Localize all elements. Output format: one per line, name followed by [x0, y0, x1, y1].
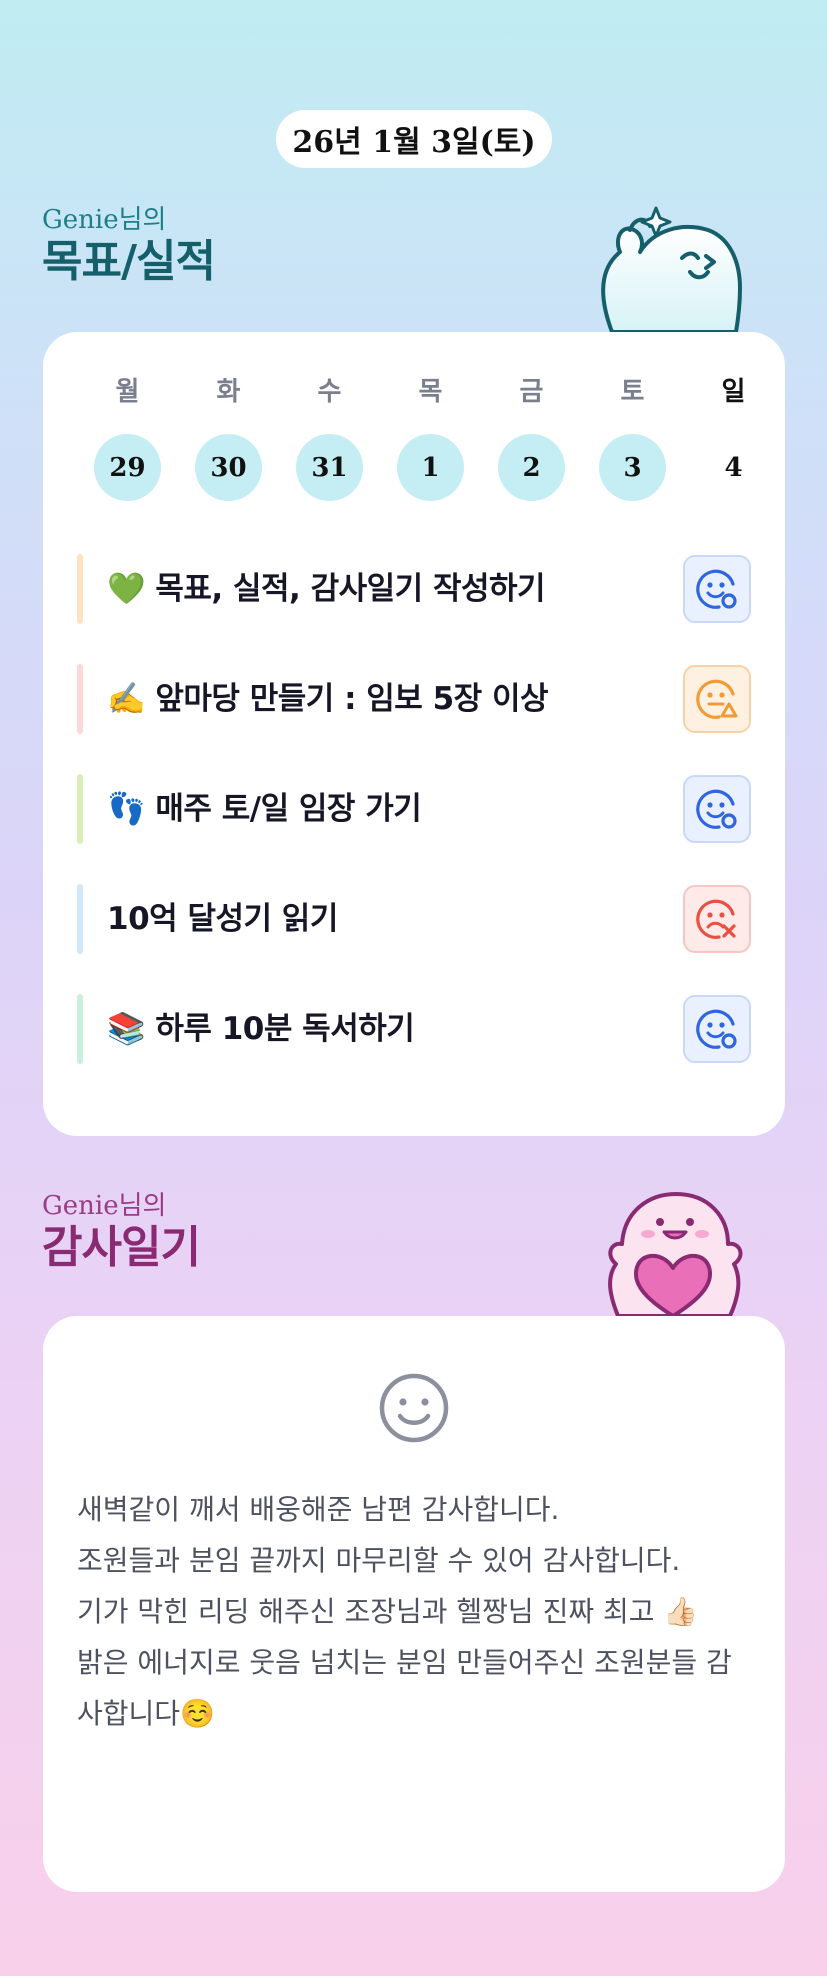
smile-achieved-icon	[696, 1009, 737, 1049]
goals-section-header: Genie님의 목표/실적	[42, 204, 216, 288]
thanks-section-subtitle: Genie님의	[42, 1191, 167, 1221]
goal-status-failed-button[interactable]	[683, 885, 751, 953]
weekday-label: 월	[115, 377, 140, 407]
goal-color-bar	[77, 884, 83, 954]
goal-status-partial-button[interactable]	[683, 665, 751, 733]
weekday-label: 수	[317, 377, 342, 407]
goal-item[interactable]: 10억 달성기 읽기	[77, 884, 751, 954]
calendar-day[interactable]: 29	[77, 434, 178, 501]
calendar-day-number: 31	[296, 434, 363, 501]
smile-achieved-icon	[696, 569, 737, 609]
thanks-line: 새벽같이 깨서 배웅해준 남편 감사합니다.	[77, 1493, 560, 1526]
thanks-line: 기가 막힌 리딩 해주신 조장님과 헬짱님 진짜 최고 👍🏻	[77, 1595, 699, 1628]
goal-color-bar	[77, 774, 83, 844]
weekday-label: 일	[721, 377, 746, 407]
smile-achieved-icon	[696, 789, 737, 829]
mascot-heart-icon	[608, 1192, 743, 1316]
week-calendar: 월 화 수 목 금 토 일 29 30 31 1 2 3 4	[77, 372, 785, 501]
goal-status-achieved-button[interactable]	[683, 775, 751, 843]
calendar-day[interactable]: 4	[683, 434, 784, 501]
weekday-label: 화	[216, 377, 241, 407]
weekday-label: 토	[620, 377, 645, 407]
goal-text: 💚 목표, 실적, 감사일기 작성하기	[107, 571, 546, 607]
thanks-line: 조원들과 분임 끝까지 마무리할 수 있어 감사합니다.	[77, 1544, 681, 1577]
calendar-day-number: 29	[94, 434, 161, 501]
calendar-day[interactable]: 31	[279, 434, 380, 501]
goals-section-subtitle: Genie님의	[42, 205, 167, 235]
calendar-day-number: 4	[724, 452, 743, 483]
calendar-day-number: 30	[195, 434, 262, 501]
smile-partial-icon	[696, 679, 738, 719]
goal-color-bar	[77, 994, 83, 1064]
goal-text: 📚 하루 10분 독서하기	[107, 1011, 415, 1047]
goal-item[interactable]: ✍️ 앞마당 만들기 : 임보 5장 이상	[77, 664, 751, 734]
calendar-day[interactable]: 30	[178, 434, 279, 501]
goals-section-title: 목표/실적	[42, 236, 216, 287]
goal-text: 👣 매주 토/일 임장 가기	[107, 791, 422, 827]
calendar-day[interactable]: 1	[380, 434, 481, 501]
thanks-diary-text: 새벽같이 깨서 배웅해준 남편 감사합니다. 조원들과 분임 끝까지 마무리할 …	[77, 1484, 757, 1739]
thanks-diary-card: 새벽같이 깨서 배웅해준 남편 감사합니다. 조원들과 분임 끝까지 마무리할 …	[43, 1316, 785, 1892]
calendar-day-number: 3	[599, 434, 666, 501]
goal-item[interactable]: 👣 매주 토/일 임장 가기	[77, 774, 751, 844]
weekday-label: 금	[519, 377, 544, 407]
calendar-day[interactable]: 2	[481, 434, 582, 501]
frown-failed-icon	[696, 899, 736, 939]
calendar-day-number: 2	[498, 434, 565, 501]
goal-item[interactable]: 📚 하루 10분 독서하기	[77, 994, 751, 1064]
date-display: 26년 1월 3일(토)	[276, 110, 552, 168]
thanks-line: 밝은 에너지로 웃음 넘치는 분임 만들어주신 조원분들 감사합니다☺️	[77, 1646, 732, 1730]
mascot-thumbs-up-icon	[601, 206, 742, 332]
thanks-section-header: Genie님의 감사일기	[42, 1190, 201, 1274]
calendar-day-number: 1	[397, 434, 464, 501]
weekday-label: 목	[418, 377, 443, 407]
goal-item[interactable]: 💚 목표, 실적, 감사일기 작성하기	[77, 554, 751, 624]
goal-status-achieved-button[interactable]	[683, 555, 751, 623]
goal-text: 10억 달성기 읽기	[107, 901, 338, 937]
goal-color-bar	[77, 664, 83, 734]
smile-icon	[379, 1373, 449, 1443]
goal-status-achieved-button[interactable]	[683, 995, 751, 1063]
calendar-day[interactable]: 3	[582, 434, 683, 501]
goal-text: ✍️ 앞마당 만들기 : 임보 5장 이상	[107, 681, 549, 717]
goal-color-bar	[77, 554, 83, 624]
goals-card: 월 화 수 목 금 토 일 29 30 31 1 2 3 4 💚 목표, 실적,…	[43, 332, 785, 1136]
thanks-section-title: 감사일기	[42, 1222, 201, 1273]
